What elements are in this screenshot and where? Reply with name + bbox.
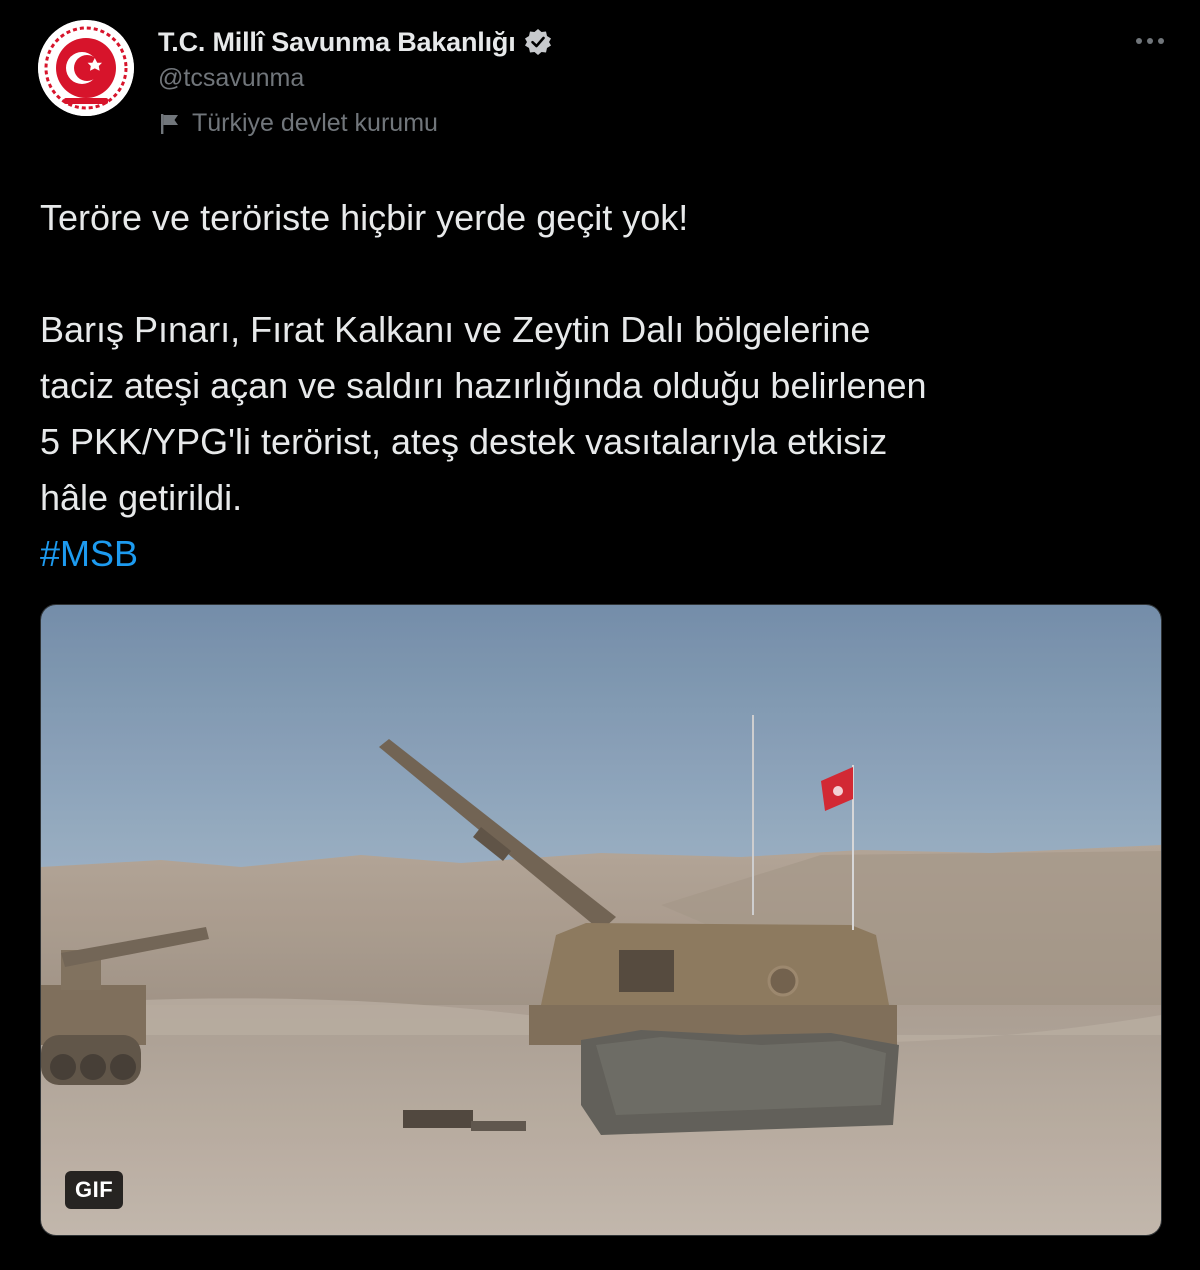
affiliation-text: Türkiye devlet kurumu — [192, 109, 438, 137]
tweet-text: Teröre ve teröriste hiçbir yerde geçit y… — [40, 190, 1170, 582]
handle[interactable]: @tcsavunma — [158, 64, 552, 93]
tweet-body-line: Barış Pınarı, Fırat Kalkanı ve Zeytin Da… — [40, 309, 871, 350]
tweet-body-line: 5 PKK/YPG'li terörist, ateş destek vasıt… — [40, 421, 888, 462]
hashtag-link[interactable]: #MSB — [40, 533, 138, 574]
author-block: T.C. Millî Savunma Bakanlığı @tcsavunma … — [158, 24, 552, 138]
tweet-headline: Teröre ve teröriste hiçbir yerde geçit y… — [40, 197, 689, 238]
ministry-emblem-icon — [38, 20, 134, 116]
tweet-body-line: taciz ateşi açan ve saldırı hazırlığında… — [40, 365, 927, 406]
tweet-body-line: hâle getirildi. — [40, 477, 243, 518]
more-icon[interactable] — [1130, 26, 1170, 56]
media-gif[interactable]: GIF — [40, 604, 1162, 1236]
gif-badge: GIF — [65, 1171, 124, 1209]
verified-badge-icon — [524, 28, 552, 56]
flag-icon — [158, 112, 182, 136]
display-name[interactable]: T.C. Millî Savunma Bakanlığı — [158, 27, 516, 58]
name-row: T.C. Millî Savunma Bakanlığı — [158, 24, 552, 60]
affiliation-label: Türkiye devlet kurumu — [158, 109, 552, 138]
tweet: T.C. Millî Savunma Bakanlığı @tcsavunma … — [0, 0, 1200, 1270]
artillery-scene-image — [41, 605, 1161, 1235]
avatar[interactable] — [38, 20, 134, 116]
